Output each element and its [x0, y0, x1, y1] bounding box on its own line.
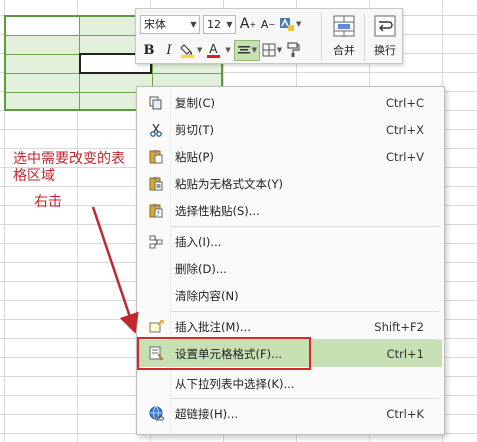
grow-font-icon: A — [239, 16, 250, 32]
wrap-text-icon — [374, 15, 396, 37]
comment-icon — [143, 313, 169, 340]
wrap-text-label: 换行 — [374, 44, 396, 57]
menu-item-label: 粘贴为无格式文本(Y) — [175, 176, 283, 191]
cell[interactable] — [6, 17, 79, 35]
merge-cells-icon — [333, 15, 355, 37]
chevron-down-icon: ▼ — [296, 20, 302, 28]
hyperlink-icon — [143, 400, 169, 427]
context-menu: 复制(C) Ctrl+C 剪切(T) Ctrl+X 粘贴(P) Ctrl+V 粘… — [136, 86, 445, 435]
border-icon — [262, 43, 276, 57]
wrap-text-button[interactable]: 换行 — [367, 12, 403, 62]
menu-item-label: 选择性粘贴(S)... — [175, 203, 260, 218]
menu-item-label: 清除内容(N) — [175, 288, 239, 303]
paste-text-icon — [143, 170, 169, 197]
menu-item-hyperlink[interactable]: 超链接(H)... Ctrl+K — [139, 400, 442, 427]
menu-item-label: 插入批注(M)... — [175, 319, 251, 334]
annotation-right-click: 右击 — [34, 194, 62, 210]
menu-item-shortcut: Ctrl+V — [386, 149, 424, 164]
paste-icon — [143, 143, 169, 170]
paste-special-icon: ? — [143, 197, 169, 224]
format-painter-icon — [287, 42, 300, 57]
menu-item-delete[interactable]: 删除(D)... — [139, 255, 442, 282]
menu-item-label: 剪切(T) — [175, 122, 214, 137]
menu-item-clear-contents[interactable]: 清除内容(N) — [139, 282, 442, 309]
font-size-value: 12 — [207, 17, 221, 31]
chevron-down-icon: ▼ — [225, 46, 231, 54]
menu-item-label: 复制(C) — [175, 95, 216, 110]
menu-item-shortcut: Ctrl+X — [386, 122, 424, 137]
menu-item-label: 从下拉列表中选择(K)... — [175, 376, 295, 391]
menu-item-paste-unformatted[interactable]: 粘贴为无格式文本(Y) — [139, 170, 442, 197]
menu-item-paste[interactable]: 粘贴(P) Ctrl+V — [139, 143, 442, 170]
paint-bucket-icon — [180, 44, 194, 58]
italic-button[interactable]: I — [160, 40, 178, 61]
chevron-down-icon: ▼ — [226, 19, 233, 29]
menu-item-shortcut: Ctrl+C — [385, 95, 424, 110]
border-button[interactable]: ▼ — [262, 40, 282, 61]
chevron-down-icon: ▼ — [276, 46, 283, 54]
svg-text:?: ? — [156, 210, 160, 218]
menu-item-pick-from-list[interactable]: 从下拉列表中选择(K)... — [139, 370, 442, 397]
format-painter-button[interactable] — [284, 40, 302, 61]
menu-item-cut[interactable]: 剪切(T) Ctrl+X — [139, 116, 442, 143]
bold-button[interactable]: B — [140, 40, 158, 61]
text-style-button[interactable]: ▼ — [279, 14, 301, 35]
menu-item-paste-special[interactable]: ? 选择性粘贴(S)... — [139, 197, 442, 224]
menu-item-copy[interactable]: 复制(C) Ctrl+C — [139, 89, 442, 116]
grow-font-button[interactable]: A + — [239, 14, 257, 35]
menu-item-label: 删除(D)... — [175, 261, 227, 276]
shrink-font-button[interactable]: A − — [259, 14, 277, 35]
merge-cells-button[interactable]: 合并 — [326, 12, 362, 62]
font-name-value: 宋体 — [144, 18, 166, 31]
font-color-icon: A — [209, 41, 218, 56]
mini-toolbar: 宋体 ▼ 12 ▼ A + A − ▼ B I ▼ A ▼ ▼ ▼ 合并 换行 — [135, 8, 403, 64]
shrink-font-icon: A — [260, 17, 269, 31]
scissors-icon — [143, 116, 169, 143]
font-size-combo[interactable]: 12 ▼ — [203, 14, 236, 34]
merge-cells-label: 合并 — [333, 44, 355, 57]
menu-item-shortcut: Ctrl+1 — [386, 346, 424, 361]
menu-item-shortcut: Ctrl+K — [386, 406, 424, 421]
menu-item-label: 粘贴(P) — [175, 149, 214, 164]
menu-item-insert-comment[interactable]: 插入批注(M)... Shift+F2 — [139, 313, 442, 340]
menu-item-shortcut: Shift+F2 — [374, 319, 424, 334]
menu-item-label: 超链接(H)... — [175, 406, 239, 421]
copy-icon — [143, 89, 169, 116]
chevron-down-icon: ▼ — [190, 19, 197, 29]
font-name-combo[interactable]: 宋体 ▼ — [140, 14, 200, 34]
text-style-icon — [280, 18, 294, 31]
fill-color-button[interactable]: ▼ — [180, 40, 202, 61]
align-center-icon — [237, 46, 250, 54]
align-button[interactable]: ▼ — [233, 39, 260, 61]
menu-item-insert[interactable]: 插入(I)... — [139, 228, 442, 255]
highlight-box — [137, 337, 311, 370]
menu-item-label: 插入(I)... — [175, 234, 222, 249]
chevron-down-icon: ▼ — [251, 46, 257, 54]
insert-cells-icon — [143, 228, 169, 255]
chevron-down-icon: ▼ — [197, 46, 203, 54]
annotation-instruction: 选中需要改变的表格区域 — [13, 151, 125, 184]
font-color-button[interactable]: A — [204, 40, 222, 61]
